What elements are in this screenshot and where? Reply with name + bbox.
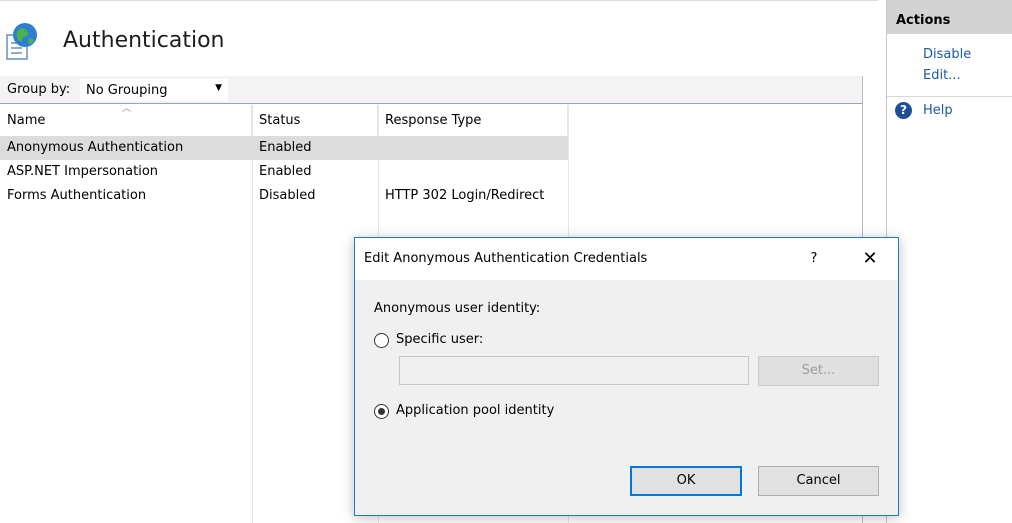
table-row-forms-authentication[interactable]: Forms Authentication Disabled HTTP 302 L…	[0, 184, 568, 208]
edit-credentials-dialog: Edit Anonymous Authentication Credential…	[354, 237, 899, 516]
row-status: Enabled	[259, 140, 312, 155]
dialog-help-button[interactable]: ?	[801, 247, 827, 271]
actions-pane: Actions Disable Edit... ? Help	[886, 0, 1012, 523]
help-icon[interactable]: ?	[895, 102, 912, 119]
actions-header: Actions	[887, 0, 1012, 34]
row-status: Enabled	[259, 164, 312, 179]
edit-action-link[interactable]: Edit...	[923, 68, 961, 83]
application-pool-identity-label[interactable]: Application pool identity	[396, 403, 554, 418]
specific-user-label[interactable]: Specific user:	[396, 332, 483, 347]
group-by-bar: Group by: No Grouping ▼	[0, 76, 862, 104]
dialog-titlebar: Edit Anonymous Authentication Credential…	[355, 238, 898, 280]
specific-user-input[interactable]	[399, 356, 749, 385]
table-row-anonymous-authentication[interactable]: Anonymous Authentication Enabled	[0, 136, 568, 160]
group-by-value: No Grouping	[86, 83, 168, 98]
row-name: Forms Authentication	[7, 188, 147, 203]
row-response-type: HTTP 302 Login/Redirect	[385, 188, 545, 203]
group-by-dropdown[interactable]: No Grouping ▼	[80, 79, 228, 101]
disable-action-link[interactable]: Disable	[923, 47, 971, 62]
table-row-aspnet-impersonation[interactable]: ASP.NET Impersonation Enabled	[0, 160, 568, 184]
row-status: Disabled	[259, 188, 316, 203]
application-pool-identity-radio[interactable]	[374, 404, 389, 419]
row-name: Anonymous Authentication	[7, 140, 184, 155]
cancel-button[interactable]: Cancel	[758, 466, 879, 496]
dialog-close-button[interactable]: ✕	[855, 246, 885, 272]
globe-document-icon	[6, 23, 37, 60]
group-by-label: Group by:	[7, 82, 71, 97]
column-header-status[interactable]: Status	[252, 105, 378, 135]
column-header-response-type[interactable]: Response Type	[378, 105, 568, 135]
specific-user-radio[interactable]	[374, 333, 389, 348]
identity-label: Anonymous user identity:	[374, 301, 541, 316]
actions-separator	[887, 96, 1012, 97]
dialog-title: Edit Anonymous Authentication Credential…	[364, 251, 648, 266]
column-header-name[interactable]: Name	[0, 105, 252, 135]
dropdown-arrow-icon: ▼	[215, 83, 222, 93]
set-button[interactable]: Set...	[758, 356, 879, 386]
help-action-link[interactable]: Help	[923, 103, 953, 118]
row-name: ASP.NET Impersonation	[7, 164, 159, 179]
ok-button[interactable]: OK	[630, 466, 742, 496]
page-title: Authentication	[63, 28, 225, 53]
